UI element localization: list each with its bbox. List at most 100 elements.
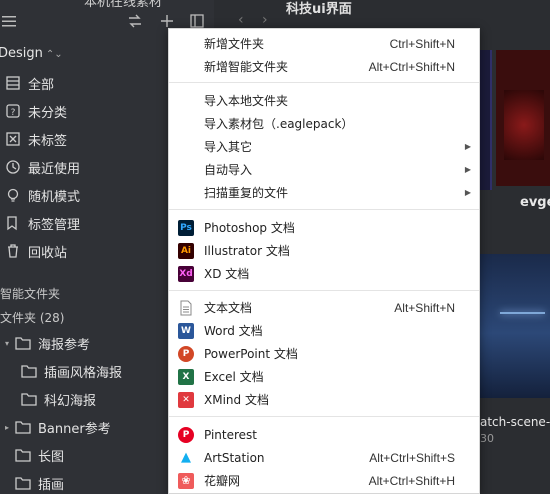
context-menu: 新增文件夹 Ctrl+Shift+N 新增智能文件夹 Alt+Ctrl+Shif…: [168, 28, 480, 494]
menu-item-pinterest[interactable]: P Pinterest: [169, 423, 479, 446]
shortcut: Alt+Ctrl+Shift+H: [368, 473, 455, 488]
folder-icon: [14, 474, 32, 492]
folder-icon: [20, 362, 38, 380]
word-icon: W: [178, 322, 194, 339]
menu-icon[interactable]: [0, 12, 18, 30]
menu-divider: [169, 82, 479, 83]
menu-item-xd[interactable]: Xd XD 文档: [169, 262, 479, 285]
folder-item[interactable]: ▸ Banner参考: [0, 415, 111, 439]
folder-icon: [14, 446, 32, 464]
menu-item-import-eaglepack[interactable]: 导入素材包（.eaglepack）: [169, 112, 479, 135]
xmind-icon: ✕: [178, 391, 194, 408]
huaban-icon: ❀: [178, 472, 194, 489]
shortcut: Alt+Ctrl+Shift+S: [369, 450, 455, 465]
nav-label: 标签管理: [28, 217, 81, 233]
nav-item-random[interactable]: 随机模式: [0, 183, 168, 207]
submenu-arrow-icon: ▶: [464, 165, 471, 174]
bulb-icon: [4, 186, 22, 204]
thumbnail[interactable]: [496, 50, 550, 186]
folder-item[interactable]: 插画: [0, 471, 64, 494]
workspace-name: Design: [0, 46, 43, 61]
powerpoint-icon: P: [178, 345, 194, 362]
menu-item-import-folder[interactable]: 导入本地文件夹: [169, 89, 479, 112]
illustrator-icon: Ai: [178, 242, 194, 259]
folder-item[interactable]: 长图: [0, 443, 64, 467]
menu-item-excel[interactable]: X Excel 文档: [169, 365, 479, 388]
back-arrow-icon[interactable]: ‹: [238, 12, 244, 28]
xd-icon: Xd: [178, 265, 194, 282]
menu-divider: [169, 290, 479, 291]
menu-item-artstation[interactable]: ▲ ArtStation Alt+Ctrl+Shift+S: [169, 446, 479, 469]
nav-item-trash[interactable]: 回收站: [0, 239, 168, 263]
nav-item-tag-manager[interactable]: 标签管理: [0, 211, 168, 235]
menu-item-auto-import[interactable]: 自动导入 ▶: [169, 158, 479, 181]
nav-label: 最近使用: [28, 161, 81, 177]
folder-item[interactable]: ▾ 海报参考: [0, 331, 90, 355]
clock-icon: [4, 158, 22, 176]
photoshop-icon: Ps: [178, 219, 194, 236]
nav-item-recent[interactable]: 最近使用: [0, 155, 168, 179]
menu-divider: [169, 209, 479, 210]
nav-label: 随机模式: [28, 189, 81, 205]
folder-label: 海报参考: [38, 337, 91, 353]
shortcut: Alt+Ctrl+Shift+N: [368, 59, 455, 74]
thumbnail[interactable]: [480, 50, 492, 190]
all-icon: [4, 74, 22, 92]
menu-item-photoshop[interactable]: Ps Photoshop 文档: [169, 216, 479, 239]
submenu-arrow-icon: ▶: [464, 188, 471, 197]
folder-icon: [14, 418, 32, 436]
submenu-arrow-icon: ▶: [464, 142, 471, 151]
folder-item[interactable]: 插画风格海报: [20, 359, 122, 383]
item-name: evger: [520, 195, 550, 210]
chevron-updown-icon: ⌃⌄: [45, 49, 63, 60]
folder-label: Banner参考: [38, 421, 111, 437]
window-title: 本机在线素材: [84, 0, 163, 10]
nav-label: 回收站: [28, 245, 68, 261]
excel-icon: X: [178, 368, 194, 385]
folder-label: 插画: [38, 477, 65, 493]
menu-item-huaban[interactable]: ❀ 花瓣网 Alt+Ctrl+Shift+H: [169, 469, 479, 492]
menu-item-new-smart-folder[interactable]: 新增智能文件夹 Alt+Ctrl+Shift+N: [169, 55, 479, 78]
nav-item-all[interactable]: 全部: [0, 71, 168, 95]
shortcut: Alt+Shift+N: [394, 300, 455, 315]
nav-label: 未标签: [28, 133, 68, 149]
untagged-icon: [4, 130, 22, 148]
menu-item-scan-duplicates[interactable]: 扫描重复的文件 ▶: [169, 181, 479, 204]
menu-divider: [169, 416, 479, 417]
folder-label: 科幻海报: [44, 393, 97, 409]
item-meta: 30: [480, 432, 494, 445]
artstation-icon: ▲: [181, 450, 191, 465]
menu-item-xmind[interactable]: ✕ XMind 文档: [169, 388, 479, 411]
text-file-icon: [178, 300, 194, 316]
menu-item-powerpoint[interactable]: P PowerPoint 文档: [169, 342, 479, 365]
folder-label: 插画风格海报: [44, 365, 123, 381]
nav-item-untagged[interactable]: 未标签: [0, 127, 168, 151]
menu-item-import-other[interactable]: 导入其它 ▶: [169, 135, 479, 158]
nav-label: 全部: [28, 77, 55, 93]
tag-icon: [4, 214, 22, 232]
shortcut: Ctrl+Shift+N: [389, 36, 455, 51]
folder-icon: [20, 390, 38, 408]
nav-item-uncategorized[interactable]: ? 未分类: [0, 99, 168, 123]
forward-arrow-icon[interactable]: ›: [262, 12, 268, 28]
menu-item-new-folder[interactable]: 新增文件夹 Ctrl+Shift+N: [169, 32, 479, 55]
folder-label: 长图: [38, 449, 65, 465]
breadcrumb[interactable]: 科技ui界面: [286, 0, 352, 17]
menu-item-text-doc[interactable]: 文本文档 Alt+Shift+N: [169, 296, 479, 319]
thumbnail[interactable]: [480, 254, 550, 398]
workspace-selector[interactable]: Design ⌃⌄: [0, 46, 63, 61]
pinterest-icon: P: [178, 426, 194, 443]
expand-icon[interactable]: ▸: [0, 423, 14, 432]
item-name: atch-scene-0: [480, 415, 550, 429]
expand-icon[interactable]: ▾: [0, 339, 14, 348]
menu-item-word[interactable]: W Word 文档: [169, 319, 479, 342]
folder-icon: [14, 334, 32, 352]
section-smart-folders: 智能文件夹: [0, 287, 61, 301]
sort-icon[interactable]: [126, 12, 144, 30]
question-box-icon: ?: [4, 102, 22, 120]
folder-item[interactable]: 科幻海报: [20, 387, 96, 411]
section-folders: 文件夹 (28): [0, 311, 65, 325]
trash-icon: [4, 242, 22, 260]
nav-label: 未分类: [28, 105, 68, 121]
menu-item-illustrator[interactable]: Ai Illustrator 文档: [169, 239, 479, 262]
